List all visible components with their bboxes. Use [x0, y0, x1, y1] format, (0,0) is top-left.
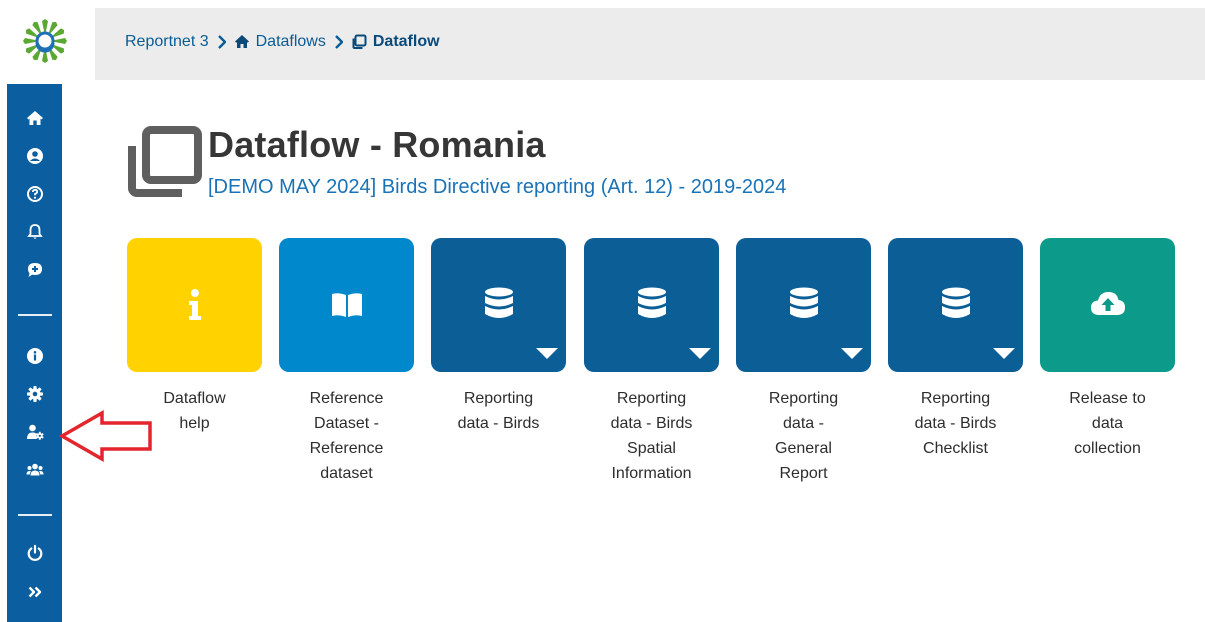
sidebar-item-info[interactable] [7, 342, 62, 370]
clone-icon [128, 126, 202, 197]
sidebar-divider [18, 314, 52, 316]
breadcrumb-reportnet[interactable]: Reportnet 3 [125, 33, 209, 51]
tile-label-line: data - Birds [610, 415, 693, 432]
sidebar-item-home[interactable] [7, 104, 62, 132]
breadcrumb-dataflows[interactable]: Dataflows [234, 33, 326, 51]
tile-label-line: Dataflow [163, 390, 226, 407]
tile-label-line: General [775, 440, 832, 457]
sidebar-item-feedback[interactable] [7, 256, 62, 284]
tile-label-line: dataset [320, 465, 373, 482]
gear-icon [26, 386, 43, 402]
dropdown-caret-icon[interactable] [993, 348, 1015, 359]
tile-label-line: collection [1074, 440, 1141, 457]
breadcrumb: Reportnet 3 Dataflows Dataflow [125, 33, 440, 51]
tile-label-reporting-general-report: Reporting data - General Report [736, 386, 871, 486]
home-icon [26, 111, 43, 125]
tile-release-to-data-collection[interactable] [1040, 238, 1175, 372]
sidebar-item-notifications[interactable] [7, 218, 62, 246]
sidebar-item-help[interactable] [7, 180, 62, 208]
sidebar-item-expand[interactable] [7, 578, 62, 606]
info-icon [188, 289, 201, 320]
page-title: Dataflow - Romania [208, 124, 546, 165]
question-circle-icon [26, 186, 43, 202]
tile-label-dataflow-help: Dataflow help [127, 386, 262, 436]
user-circle-icon [26, 148, 43, 164]
sidebar-item-user-profile[interactable] [7, 142, 62, 170]
eea-logo[interactable] [22, 18, 68, 64]
tile-label-line: data - [783, 415, 824, 432]
sidebar-item-logout[interactable] [7, 539, 62, 567]
tile-label-line: Spatial [627, 440, 676, 457]
tile-label-line: data - Birds [457, 415, 540, 432]
info-circle-icon [26, 348, 43, 364]
chevron-right-icon [217, 35, 226, 49]
comment-plus-icon [27, 263, 42, 277]
page-subtitle: [DEMO MAY 2024] Birds Directive reportin… [208, 176, 787, 198]
tile-label-line: help [179, 415, 210, 432]
tile-label-line: Dataset - [314, 415, 379, 432]
tile-label-line: data - Birds [914, 415, 997, 432]
users-icon [26, 463, 43, 476]
dropdown-caret-icon[interactable] [841, 348, 863, 359]
tile-label-reporting-birds-spatial: Reporting data - Birds Spatial Informati… [584, 386, 719, 486]
tile-label-line: Reporting [463, 390, 534, 407]
tile-reporting-birds[interactable] [431, 238, 566, 372]
dropdown-caret-icon[interactable] [689, 348, 711, 359]
tile-label-line: data [1091, 415, 1124, 432]
database-icon [789, 287, 818, 318]
sidebar-divider [18, 514, 52, 516]
user-gear-icon [26, 424, 44, 440]
chevron-right-icon [335, 35, 343, 49]
breadcrumb-dataflows-label: Dataflows [255, 33, 326, 50]
database-icon [484, 287, 513, 318]
cloud-upload-icon [1090, 292, 1125, 315]
breadcrumb-current-label: Dataflow [372, 33, 440, 50]
clone-icon [352, 34, 367, 49]
tile-label-reference-dataset: Reference Dataset - Reference dataset [279, 386, 414, 486]
tile-dataflow-help[interactable] [127, 238, 262, 372]
tile-reporting-general-report[interactable] [736, 238, 871, 372]
sidebar-item-manage-users[interactable] [7, 418, 62, 446]
tile-label-line: Reporting [920, 390, 991, 407]
dropdown-caret-icon[interactable] [536, 348, 558, 359]
tile-label-release-to-data-collection: Release to data collection [1040, 386, 1175, 461]
power-icon [27, 544, 42, 561]
database-icon [941, 287, 970, 318]
home-icon [234, 35, 249, 48]
sidebar-item-team[interactable] [7, 456, 62, 484]
tile-label-line: Reference [309, 440, 384, 457]
sidebar-item-settings[interactable] [7, 380, 62, 408]
tile-label-line: Release to [1069, 390, 1146, 407]
book-open-icon [331, 293, 362, 317]
top-header: Reportnet 3 Dataflows Dataflow [95, 8, 1205, 80]
breadcrumb-reportnet-label: Reportnet 3 [125, 33, 209, 50]
tile-label-reporting-birds: Reporting data - Birds [431, 386, 566, 436]
tile-label-line: Report [779, 465, 828, 482]
tile-reporting-birds-spatial[interactable] [584, 238, 719, 372]
tile-label-line: Checklist [923, 440, 988, 457]
breadcrumb-current: Dataflow [351, 33, 440, 51]
tile-label-line: Information [611, 465, 692, 482]
double-chevron-right-icon [28, 586, 41, 598]
tile-label-line: Reporting [768, 390, 839, 407]
tile-label-line: Reference [309, 390, 384, 407]
tile-reporting-birds-checklist[interactable] [888, 238, 1023, 372]
left-sidebar [7, 84, 62, 622]
tile-label-reporting-birds-checklist: Reporting data - Birds Checklist [888, 386, 1023, 461]
bell-icon [26, 224, 43, 239]
tile-label-line: Reporting [616, 390, 687, 407]
tile-reference-dataset[interactable] [279, 238, 414, 372]
database-icon [637, 287, 666, 318]
